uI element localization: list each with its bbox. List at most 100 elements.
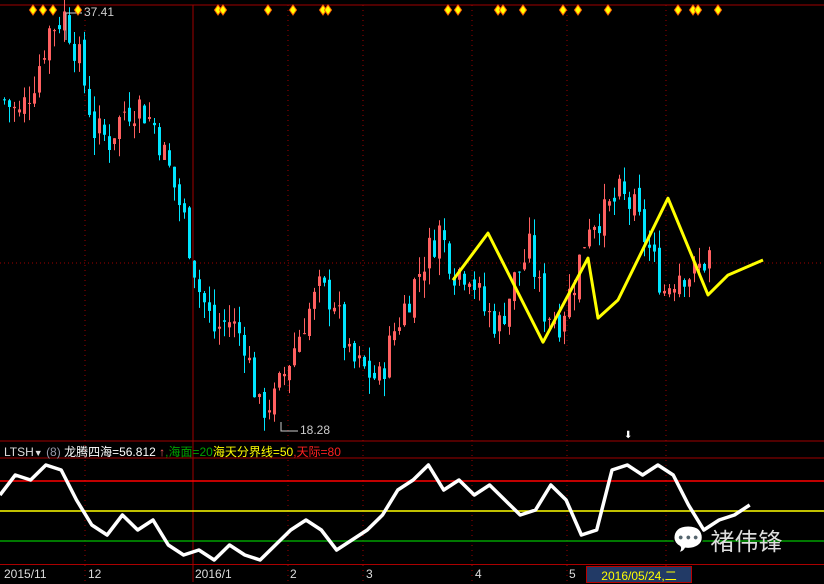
- signal-diamond-icon: [558, 4, 568, 16]
- candle-down: [653, 244, 656, 252]
- candle-up: [298, 336, 301, 352]
- candle-up: [678, 275, 681, 295]
- candle-up: [588, 229, 591, 247]
- indicator-name-dropdown[interactable]: LTSH▼: [4, 445, 43, 459]
- indicator-param: (8): [46, 445, 61, 459]
- candle-up: [393, 331, 396, 341]
- low-marker-line: [280, 422, 298, 432]
- candle-down: [208, 302, 211, 311]
- candle-up: [303, 333, 306, 335]
- candle-down: [263, 391, 266, 418]
- candle-up: [23, 97, 26, 114]
- candle-up: [478, 283, 481, 288]
- signal-diamond-icon: [48, 4, 58, 16]
- candle-up: [403, 303, 406, 326]
- candle-up: [438, 225, 441, 259]
- candle-up: [133, 123, 136, 127]
- line-label-sky: ,天际=80: [293, 445, 341, 459]
- candle-down: [703, 263, 706, 271]
- candle-down: [613, 197, 616, 202]
- candle-up: [138, 99, 141, 119]
- candle-up: [523, 262, 526, 270]
- candle-down: [448, 243, 451, 274]
- candle-down: [8, 100, 11, 107]
- candle-up: [233, 321, 236, 324]
- candle-down: [598, 226, 601, 234]
- candle-down: [363, 356, 366, 367]
- candle-up: [148, 117, 151, 119]
- high-price-label: 37.41: [84, 5, 115, 19]
- candle-up: [608, 201, 611, 206]
- candle-down: [558, 314, 561, 338]
- candle-down: [223, 320, 226, 322]
- candle-down: [238, 322, 241, 334]
- x-tick: 2016/1: [195, 567, 232, 581]
- signal-diamond-icon: [673, 4, 683, 16]
- candle-up: [228, 322, 231, 328]
- candle-up: [308, 308, 311, 337]
- stock-chart-window: 37.41 18.28 ⬇ LTSH▼ (8) 龙腾四海=56.812 ↑,海面…: [0, 0, 824, 583]
- candle-up: [48, 28, 51, 61]
- candle-down: [68, 15, 71, 43]
- signal-diamond-icon: [38, 4, 48, 16]
- candle-up: [123, 111, 126, 113]
- signal-diamond-icon: [518, 4, 528, 16]
- candle-up: [13, 106, 16, 109]
- candle-down: [73, 43, 76, 61]
- candle-down: [178, 184, 181, 206]
- candle-down: [473, 279, 476, 290]
- candle-down: [183, 203, 186, 213]
- watermark: 💬 褚伟锋: [672, 524, 783, 556]
- x-tick: 3: [366, 567, 373, 581]
- candle-up: [583, 247, 586, 249]
- candle-up: [318, 276, 321, 286]
- candle-up: [38, 66, 41, 93]
- signal-diamond-icon: [218, 4, 228, 16]
- candle-up: [388, 335, 391, 378]
- candle-up: [468, 283, 471, 287]
- candle-up: [333, 307, 336, 312]
- candle-down: [503, 315, 506, 324]
- candle-up: [673, 288, 676, 293]
- signal-diamond-icon: [713, 4, 723, 16]
- signal-diamond-icon: [603, 4, 613, 16]
- signal-diamond-icon: [573, 4, 583, 16]
- candle-up: [593, 226, 596, 230]
- indicator-line: [0, 463, 751, 562]
- candle-down: [168, 150, 171, 166]
- chart-canvas[interactable]: [0, 0, 824, 582]
- signal-diamond-icon: [323, 4, 333, 16]
- x-tick: 2015/11: [4, 567, 47, 581]
- candle-up: [313, 291, 316, 309]
- cursor-date-label: 2016/05/24,二: [586, 566, 692, 583]
- candle-up: [348, 343, 351, 347]
- candle-down: [463, 273, 466, 285]
- candle-up: [43, 58, 46, 60]
- candle-up: [248, 357, 251, 361]
- candle-up: [268, 410, 271, 413]
- candle-up: [293, 348, 296, 366]
- candle-down: [93, 111, 96, 139]
- candle-down: [253, 357, 256, 398]
- candle-up: [418, 274, 421, 277]
- candle-down: [683, 280, 686, 287]
- candle-up: [603, 199, 606, 236]
- low-price-label: 18.28: [300, 423, 331, 437]
- candle-down: [408, 303, 411, 313]
- candle-down: [623, 181, 626, 194]
- candle-down: [108, 136, 111, 151]
- candle-down: [198, 279, 201, 293]
- x-tick: 4: [475, 567, 482, 581]
- candle-up: [113, 138, 116, 145]
- candle-down: [368, 360, 371, 378]
- candle-up: [633, 194, 636, 216]
- candle-up: [573, 292, 576, 296]
- candle-down: [628, 197, 631, 209]
- candle-up: [548, 318, 551, 320]
- candle-up: [488, 311, 491, 313]
- candle-down: [83, 39, 86, 86]
- candle-down: [343, 304, 346, 348]
- candle-down: [483, 286, 486, 312]
- line-label-boundary: 海天分界线=50: [212, 445, 294, 459]
- candle-up: [413, 279, 416, 318]
